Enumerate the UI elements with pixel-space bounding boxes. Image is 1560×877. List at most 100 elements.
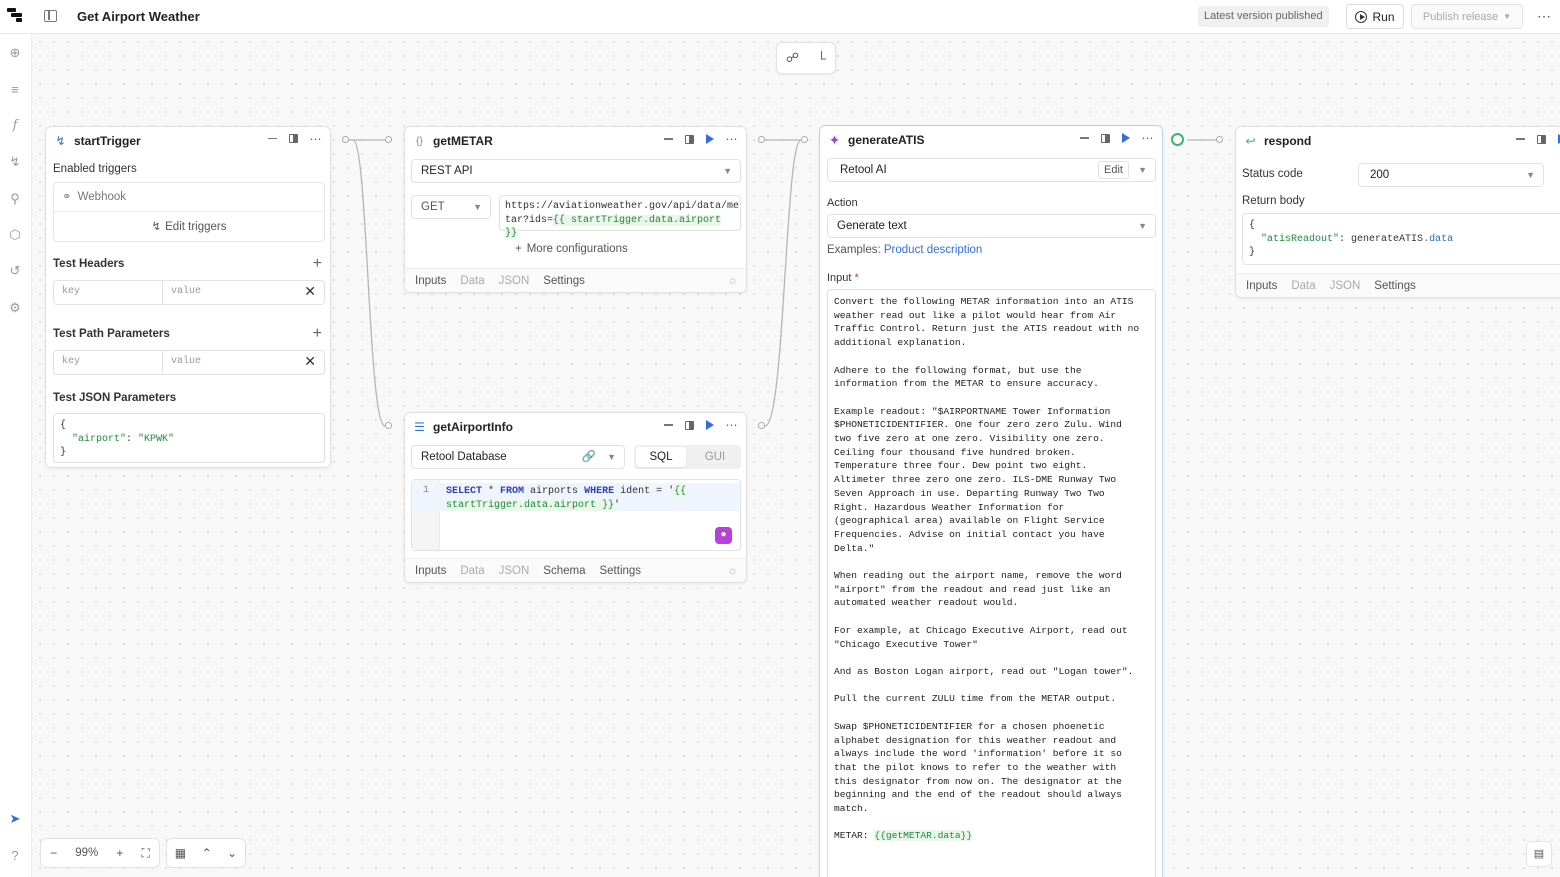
resource-select[interactable]: REST API ▼ — [411, 159, 741, 183]
tab-json[interactable]: JSON — [499, 275, 530, 287]
minimize-icon[interactable] — [663, 138, 673, 140]
tab-data[interactable]: Data — [1291, 280, 1315, 292]
more-configurations-button[interactable]: + More configurations — [515, 243, 628, 255]
list-icon[interactable]: ≡ — [8, 83, 22, 97]
generate-atis-in-port[interactable] — [801, 136, 808, 143]
link-icon[interactable]: 🔗 — [582, 446, 596, 468]
path-value-input[interactable]: value — [171, 356, 201, 367]
generate-atis-out-port[interactable] — [1171, 133, 1184, 146]
search-icon[interactable]: ⚲ — [8, 192, 22, 206]
node-title[interactable]: getMETAR — [433, 134, 493, 148]
tab-data[interactable]: Data — [460, 565, 484, 577]
minimize-icon[interactable] — [1516, 138, 1525, 140]
get-metar-out-port[interactable] — [758, 136, 765, 143]
http-method-select[interactable]: GET ▼ — [411, 195, 491, 219]
start-trigger-out-port[interactable] — [342, 136, 349, 143]
tab-settings[interactable]: Settings — [599, 565, 641, 577]
add-header-icon[interactable]: + — [313, 255, 322, 273]
add-block-icon[interactable]: ⊕ — [8, 46, 22, 60]
more-icon[interactable]: ⋯ — [726, 419, 739, 431]
get-airport-info-in-port[interactable] — [385, 422, 392, 429]
run-button[interactable]: Run — [1346, 4, 1404, 29]
tab-data[interactable]: Data — [460, 275, 484, 287]
settings-gear-icon[interactable]: ⚙ — [8, 301, 22, 315]
sql-mode-button[interactable]: SQL — [636, 447, 686, 467]
node-title[interactable]: getAirportInfo — [433, 420, 513, 434]
more-icon[interactable]: ⋯ — [1142, 132, 1155, 144]
run-block-icon[interactable] — [705, 420, 714, 430]
split-view-icon[interactable] — [1537, 134, 1546, 144]
history-icon[interactable]: ↺ — [8, 264, 22, 278]
minimize-icon[interactable] — [663, 424, 673, 426]
status-code-select[interactable]: 200 ▼ — [1358, 163, 1544, 187]
add-path-param-icon[interactable]: + — [313, 325, 322, 343]
get-metar-in-port[interactable] — [385, 136, 392, 143]
split-view-icon[interactable] — [288, 134, 298, 143]
edit-triggers-button[interactable]: ↯ Edit triggers — [54, 213, 324, 242]
webhook-row[interactable]: ⚭ Webhook — [54, 183, 324, 212]
url-input[interactable]: https://aviationweather.gov/api/data/me … — [499, 195, 741, 239]
action-select[interactable]: Generate text ▼ — [827, 214, 1156, 238]
get-metar-node[interactable]: {} getMETAR ⋯ REST API ▼ GET ▼ https://a… — [404, 126, 747, 293]
test-json-editor[interactable]: { "airport": "KPWK" } — [53, 413, 325, 463]
header-key-input[interactable]: key — [62, 286, 80, 297]
tree-layout-icon[interactable]: └ — [817, 51, 826, 66]
workflow-title[interactable]: Get Airport Weather — [77, 9, 200, 24]
split-view-icon[interactable] — [1100, 133, 1110, 143]
split-view-icon[interactable] — [684, 134, 694, 144]
split-view-icon[interactable] — [684, 420, 694, 430]
node-title[interactable]: respond — [1264, 134, 1311, 148]
panel-toggle-icon[interactable] — [44, 10, 57, 22]
minimize-icon[interactable] — [1079, 137, 1089, 139]
sql-editor[interactable]: 1 SELECT * FROM airports WHERE ident = '… — [411, 479, 741, 551]
get-airport-info-node[interactable]: ☰ getAirportInfo ⋯ Retool Database 🔗 ▼ S… — [404, 412, 747, 583]
help-icon[interactable]: ? — [8, 849, 22, 863]
trigger-icon[interactable]: ↯ — [8, 155, 22, 169]
respond-in-port[interactable] — [1216, 136, 1223, 143]
start-trigger-node[interactable]: ↯ startTrigger ⋯ Enabled triggers ⚭ Webho… — [45, 126, 331, 468]
return-body-editor[interactable]: { "atisReadout": generateATIS.data } — [1242, 213, 1560, 265]
zoom-out-button[interactable]: − — [50, 846, 57, 860]
tab-json[interactable]: JSON — [1330, 280, 1361, 292]
tab-inputs[interactable]: Inputs — [415, 275, 446, 287]
zoom-level[interactable]: 99% — [75, 847, 98, 859]
edit-resource-button[interactable]: Edit — [1098, 161, 1129, 179]
header-value-input[interactable]: value — [171, 286, 201, 297]
remove-header-icon[interactable]: ✕ — [304, 283, 316, 300]
rocket-icon[interactable]: ➤ — [8, 812, 22, 826]
tab-inputs[interactable]: Inputs — [1246, 280, 1277, 292]
share-graph-icon[interactable]: ☍ — [786, 50, 799, 66]
publish-release-button[interactable]: Publish release ▼ — [1411, 4, 1523, 29]
package-icon[interactable]: ⬡ — [8, 228, 22, 242]
function-icon[interactable]: f — [8, 119, 22, 133]
minimize-icon[interactable] — [267, 137, 277, 140]
generate-atis-node[interactable]: ✦ generateATIS ⋯ Retool AI Edit ▼ Action… — [819, 125, 1163, 877]
resource-select[interactable]: Retool Database 🔗 ▼ — [411, 445, 625, 469]
node-title[interactable]: startTrigger — [74, 134, 141, 148]
more-icon[interactable]: ⋯ — [310, 133, 323, 145]
tab-inputs[interactable]: Inputs — [415, 565, 446, 577]
chevron-up-icon[interactable]: ⌃ — [202, 846, 212, 860]
example-product-description-link[interactable]: Product description — [884, 244, 982, 256]
zoom-in-button[interactable]: + — [116, 846, 123, 860]
minimap-toggle-icon[interactable]: ▤ — [1526, 841, 1552, 867]
node-title[interactable]: generateATIS — [848, 133, 924, 147]
resource-select[interactable]: Retool AI Edit ▼ — [827, 158, 1156, 182]
more-options-icon[interactable]: ⋯ — [1537, 8, 1552, 25]
run-block-icon[interactable] — [705, 134, 714, 144]
tab-json[interactable]: JSON — [499, 565, 530, 577]
get-airport-info-out-port[interactable] — [758, 422, 765, 429]
fit-view-icon[interactable]: ⛶ — [142, 846, 150, 861]
grid-icon[interactable]: ▦ — [175, 846, 186, 860]
remove-path-param-icon[interactable]: ✕ — [304, 353, 316, 370]
respond-node[interactable]: ↩ respond Status code 200 ▼ Return body … — [1235, 126, 1560, 298]
chevron-down-icon[interactable]: ⌄ — [227, 846, 237, 860]
path-key-input[interactable]: key — [62, 356, 80, 367]
ai-assist-icon[interactable]: ● — [715, 527, 732, 544]
gui-mode-button[interactable]: GUI — [690, 447, 740, 467]
tab-schema[interactable]: Schema — [543, 565, 585, 577]
tab-settings[interactable]: Settings — [543, 275, 585, 287]
tab-settings[interactable]: Settings — [1374, 280, 1416, 292]
prompt-editor[interactable]: Convert the following METAR information … — [827, 289, 1156, 877]
retool-logo[interactable] — [7, 8, 23, 24]
